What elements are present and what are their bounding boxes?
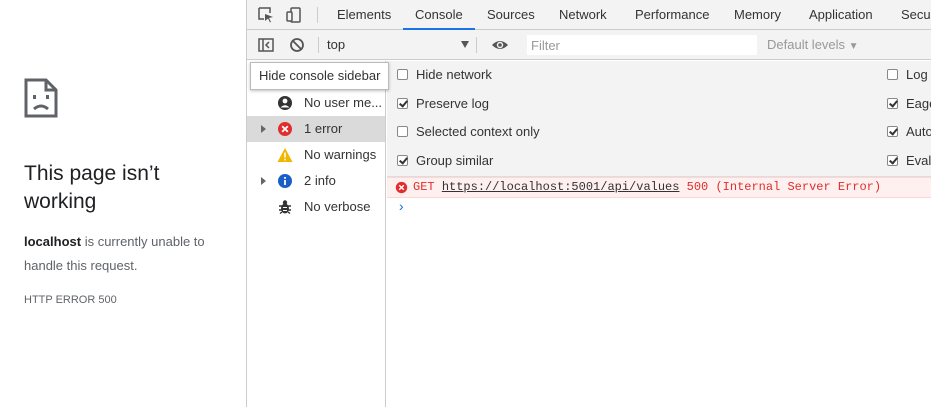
- console-error-message: GET https://localhost:5001/api/values 50…: [387, 177, 931, 198]
- console-sidebar: No user me... 1 error No warnings 2 info…: [247, 61, 386, 407]
- checkbox[interactable]: [887, 126, 898, 137]
- checkbox[interactable]: [397, 69, 408, 80]
- eye-icon[interactable]: [491, 37, 509, 53]
- sidebar-item-errors[interactable]: 1 error: [247, 116, 385, 142]
- error-method: GET: [413, 180, 435, 194]
- tabbar-separator: [317, 7, 318, 23]
- checkbox[interactable]: [397, 155, 408, 166]
- checkbox[interactable]: [397, 98, 408, 109]
- checkbox[interactable]: [397, 126, 408, 137]
- tab-console[interactable]: Console: [403, 0, 475, 30]
- setting-label: Preserve log: [416, 96, 489, 111]
- tab-memory[interactable]: Memory: [734, 0, 781, 30]
- sidebar-item-warnings[interactable]: No warnings: [247, 142, 385, 168]
- inspect-element-icon[interactable]: [258, 7, 274, 23]
- tab-sources[interactable]: Sources: [487, 0, 535, 30]
- sidebar-item-label: No warnings: [304, 147, 377, 162]
- chevron-down-icon: ▼: [848, 41, 859, 52]
- error-url-link[interactable]: https://localhost:5001/api/values: [442, 180, 680, 194]
- page-error-code: HTTP ERROR 500: [24, 294, 117, 306]
- context-value: top: [327, 37, 346, 52]
- bug-icon: [279, 200, 291, 215]
- devtools-tabbar: Elements Console Sources Network Perform…: [247, 0, 931, 30]
- setting-label: Auto: [906, 124, 931, 139]
- setting-label: Log X: [906, 67, 931, 82]
- sidebar-item-info[interactable]: 2 info: [247, 168, 385, 194]
- sidebar-tooltip: Hide console sidebar: [250, 62, 390, 90]
- checkbox[interactable]: [887, 98, 898, 109]
- console-toolbar: top Default levels ▼: [247, 30, 931, 60]
- error-status: 500 (Internal Server Error): [686, 180, 882, 194]
- sidebar-item-label: No verbose: [304, 199, 371, 214]
- log-levels-label: Default levels: [767, 37, 846, 52]
- tab-performance[interactable]: Performance: [635, 0, 709, 30]
- sidebar-item-label: 2 info: [304, 173, 336, 188]
- sidebar-item-verbose[interactable]: No verbose: [247, 194, 385, 220]
- setting-label: Selected context only: [416, 124, 540, 139]
- toolbar-separator: [318, 37, 319, 53]
- page-description: localhost is currently unable to handle …: [24, 230, 239, 278]
- chevron-right-icon: [261, 125, 266, 133]
- chevron-right-icon: [261, 177, 266, 185]
- console-settings: Hide network Preserve log Selected conte…: [387, 61, 931, 177]
- error-message-text: GET https://localhost:5001/api/values 50…: [413, 178, 881, 197]
- sidebar-item-label: No user me...: [304, 95, 383, 110]
- clear-console-icon[interactable]: [289, 37, 305, 53]
- filter-input[interactable]: [527, 35, 757, 55]
- setting-label: Eage: [906, 96, 931, 111]
- setting-label: Hide network: [416, 67, 492, 82]
- tab-security[interactable]: Secur: [901, 0, 931, 30]
- toolbar-separator: [476, 37, 477, 53]
- sidebar-item-user-messages[interactable]: No user me...: [247, 90, 385, 116]
- setting-label: Group similar: [416, 153, 494, 168]
- page-title: This page isn’t working: [24, 162, 160, 213]
- log-levels-dropdown[interactable]: Default levels ▼: [767, 30, 859, 60]
- page-host: localhost: [24, 234, 82, 249]
- error-icon: [395, 181, 408, 194]
- tab-elements[interactable]: Elements: [337, 0, 391, 30]
- checkbox[interactable]: [887, 155, 898, 166]
- sad-page-icon: [24, 78, 58, 118]
- setting-label: Evalu: [906, 153, 931, 168]
- warning-icon: [277, 148, 293, 162]
- info-icon: [278, 174, 292, 188]
- tab-application[interactable]: Application: [809, 0, 873, 30]
- dropdown-arrow-icon: [461, 41, 469, 48]
- device-toolbar-icon[interactable]: [286, 7, 302, 23]
- sidebar-item-label: 1 error: [304, 121, 343, 136]
- checkbox[interactable]: [887, 69, 898, 80]
- console-prompt-icon[interactable]: ›: [397, 200, 405, 216]
- context-select[interactable]: top: [327, 30, 469, 60]
- error-icon: [278, 122, 292, 136]
- user-icon: [278, 96, 292, 110]
- error-page: This page isn’t working localhost is cur…: [0, 0, 246, 407]
- devtools-panel: Elements Console Sources Network Perform…: [246, 0, 931, 407]
- sidebar-toggle-icon[interactable]: [258, 37, 274, 53]
- tab-network[interactable]: Network: [559, 0, 607, 30]
